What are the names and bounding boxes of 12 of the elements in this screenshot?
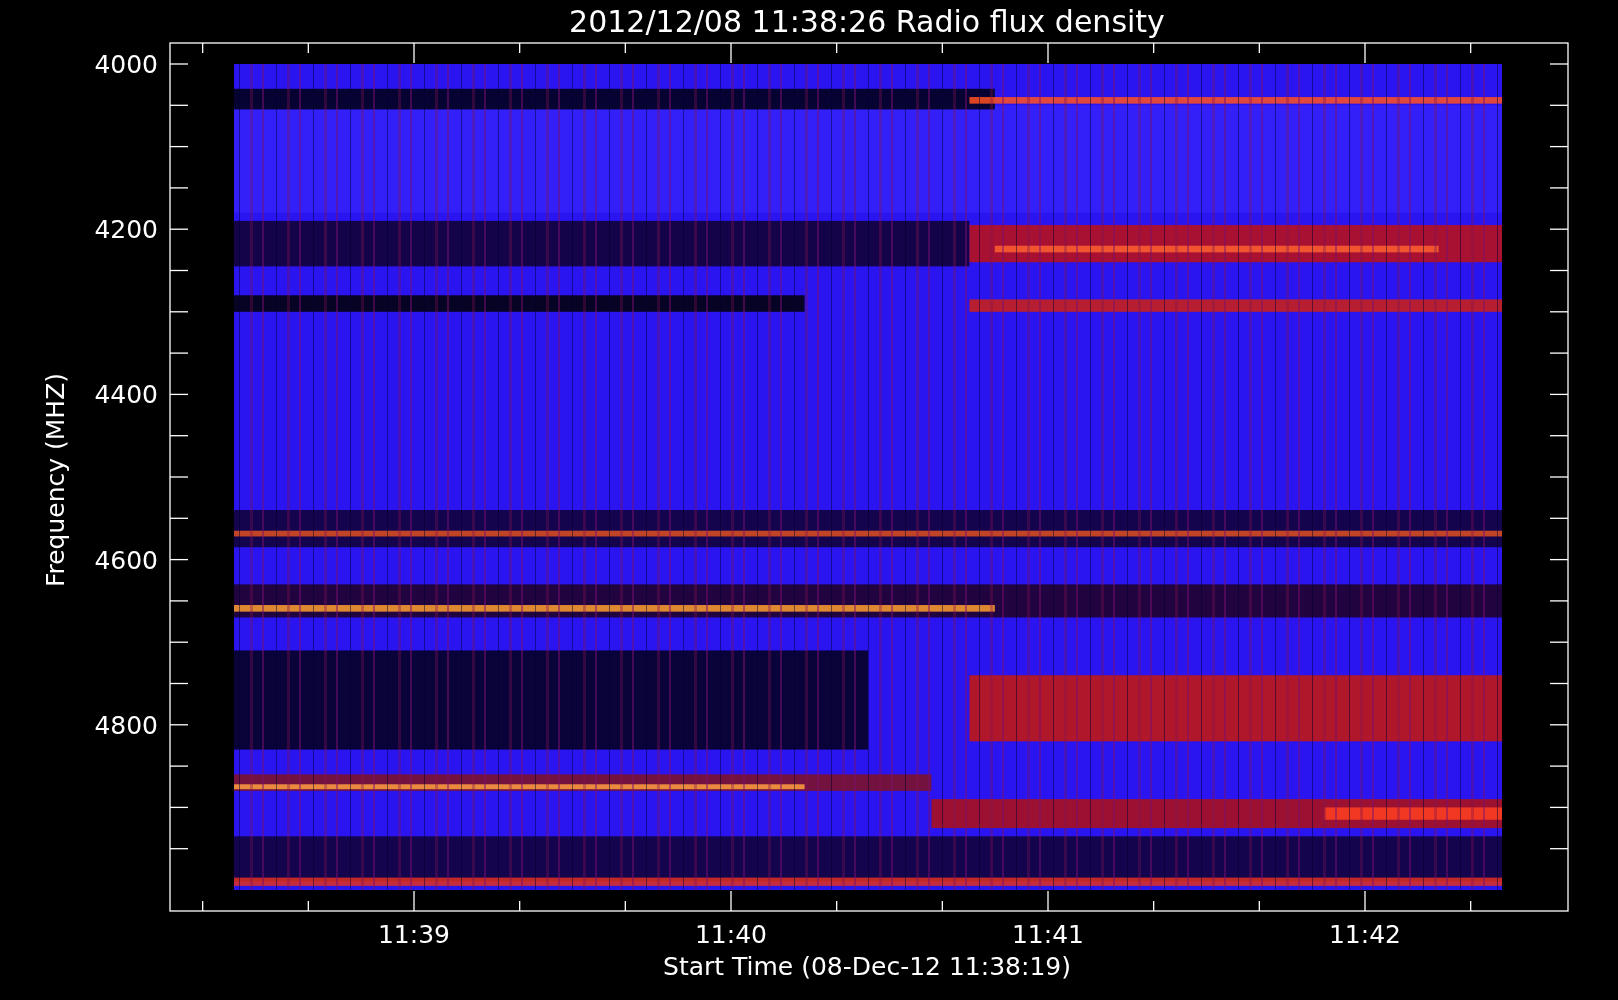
y-axis-title: Frequency (MHZ) — [41, 372, 70, 588]
chart-title: 2012/12/08 11:38:26 Radio flux density — [569, 4, 1165, 39]
x-tick-label: 11:39 — [378, 920, 450, 949]
y-tick-label: 4800 — [94, 710, 158, 740]
y-tick-label: 4000 — [94, 50, 158, 79]
x-tick-label: 11:42 — [1329, 920, 1401, 949]
x-tick-label: 11:40 — [695, 920, 767, 949]
y-tick-label: 4200 — [94, 215, 158, 245]
x-tick-label: 11:41 — [1012, 920, 1084, 949]
x-axis-title: Start Time (08-Dec-12 11:38:19) — [663, 952, 1071, 981]
y-tick-label: 4600 — [94, 545, 158, 575]
y-tick-label: 4400 — [94, 380, 158, 410]
